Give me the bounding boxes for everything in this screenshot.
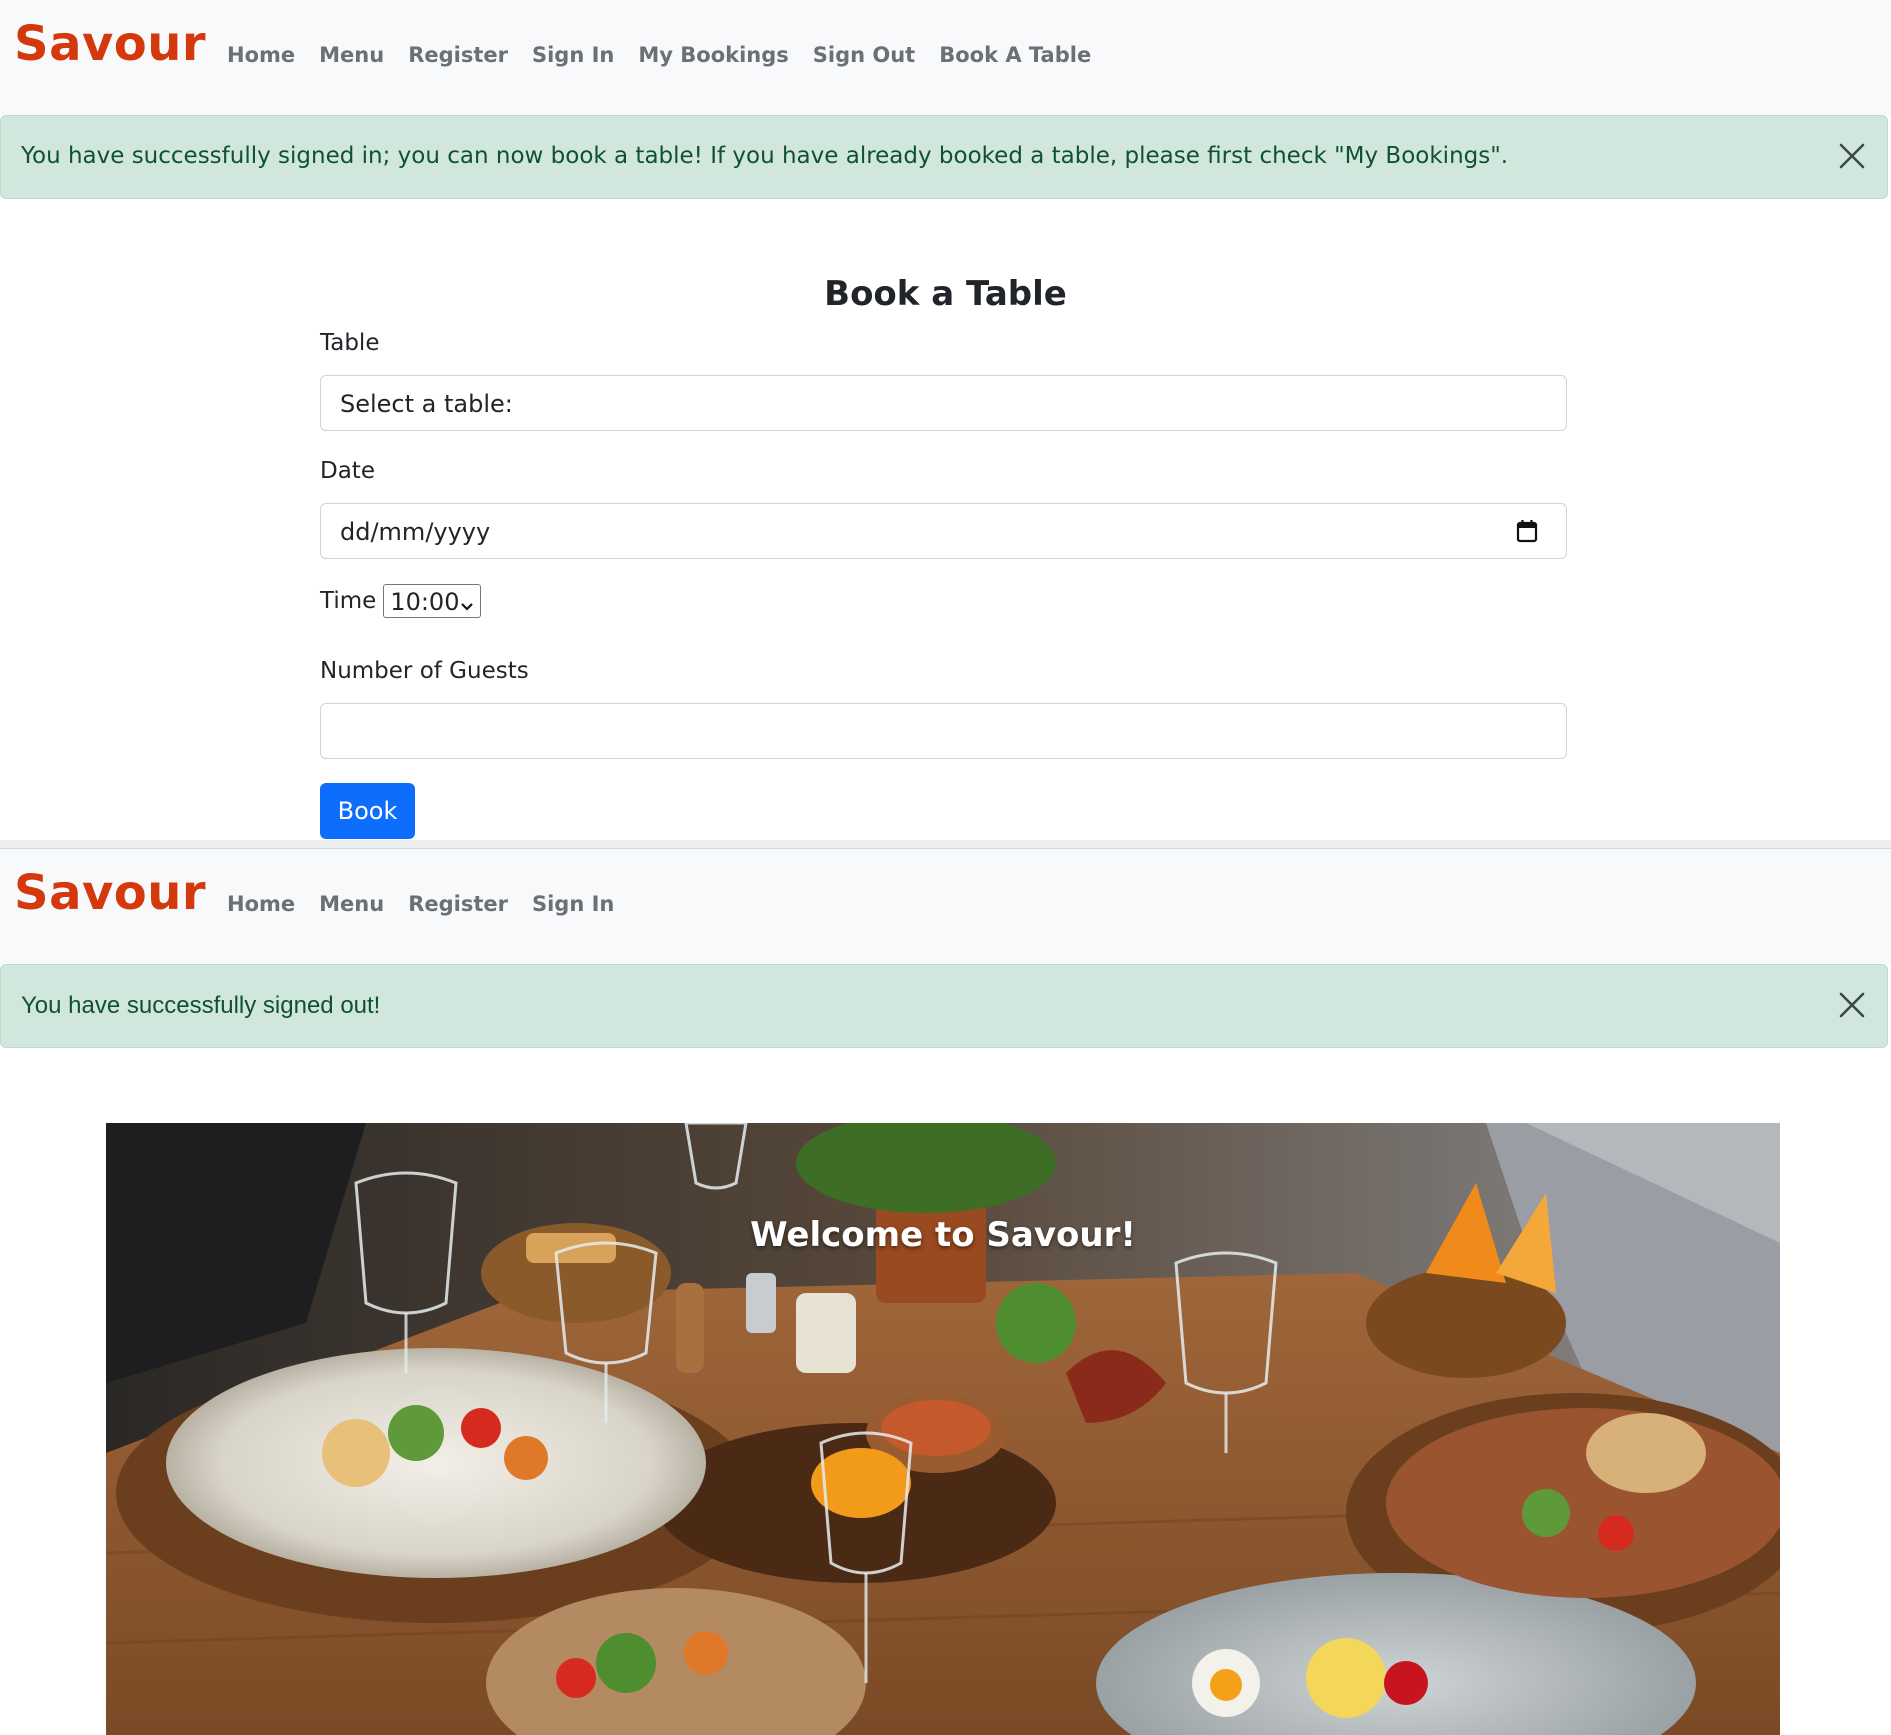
nav-sign-in[interactable]: Sign In <box>532 42 614 69</box>
nav-register[interactable]: Register <box>408 42 508 69</box>
screenshot-divider <box>0 840 1891 849</box>
nav-menu[interactable]: Menu <box>319 891 384 918</box>
nav-sign-in[interactable]: Sign In <box>532 891 614 918</box>
guests-label: Number of Guests <box>320 658 529 684</box>
table-select[interactable]: Select a table: <box>320 375 1567 431</box>
nav-sign-out[interactable]: Sign Out <box>813 42 915 69</box>
chevron-down-icon <box>460 597 474 616</box>
alert-message: You have successfully signed out! <box>21 992 381 1019</box>
nav-links: Home Menu Register Sign In My Bookings S… <box>227 42 1115 69</box>
date-label: Date <box>320 458 375 484</box>
nav-home[interactable]: Home <box>227 42 295 69</box>
time-select[interactable]: 10:00 <box>383 584 482 618</box>
nav-register[interactable]: Register <box>408 891 508 918</box>
table-select-value: Select a table: <box>340 390 513 418</box>
table-label: Table <box>320 330 380 356</box>
time-label: Time <box>320 588 377 614</box>
top-navbar: Savour Home Menu Register Sign In My Boo… <box>0 0 1891 115</box>
brand-logo[interactable]: Savour <box>14 869 206 917</box>
alert-message: You have successfully signed in; you can… <box>21 143 1509 169</box>
time-select-value: 10:00 <box>390 588 460 616</box>
hero-image: Welcome to Savour! <box>106 1123 1780 1735</box>
guests-input[interactable] <box>320 703 1567 759</box>
success-alert: You have successfully signed out! <box>0 964 1888 1048</box>
nav-links: Home Menu Register Sign In <box>227 891 638 918</box>
nav-book-a-table[interactable]: Book A Table <box>939 42 1091 69</box>
page-title: Book a Table <box>824 274 1067 314</box>
time-row: Time 10:00 <box>320 583 482 619</box>
hero-title: Welcome to Savour! <box>750 1215 1136 1255</box>
home-page-screen: Savour Home Menu Register Sign In You ha… <box>0 849 1891 1735</box>
nav-menu[interactable]: Menu <box>319 42 384 69</box>
booking-page-screen: Savour Home Menu Register Sign In My Boo… <box>0 0 1891 840</box>
nav-my-bookings[interactable]: My Bookings <box>638 42 788 69</box>
brand-logo[interactable]: Savour <box>14 20 206 68</box>
top-navbar: Savour Home Menu Register Sign In <box>0 849 1891 964</box>
date-placeholder: dd/mm/yyyy <box>340 518 491 546</box>
success-alert: You have successfully signed in; you can… <box>0 115 1888 199</box>
nav-home[interactable]: Home <box>227 891 295 918</box>
date-input[interactable]: dd/mm/yyyy <box>320 503 1567 559</box>
calendar-icon[interactable] <box>1516 519 1538 543</box>
close-icon[interactable] <box>1837 990 1867 1020</box>
book-button[interactable]: Book <box>320 783 415 839</box>
close-icon[interactable] <box>1837 141 1867 171</box>
